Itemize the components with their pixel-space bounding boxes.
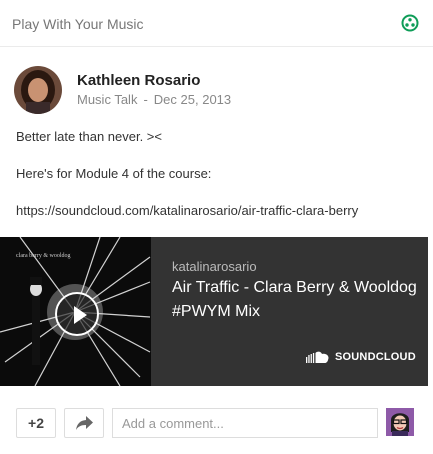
post-text-line: Better late than never. ><: [16, 129, 162, 144]
plus-one-button[interactable]: +2: [16, 408, 56, 438]
author-avatar[interactable]: [14, 66, 62, 114]
community-name[interactable]: Play With Your Music: [12, 16, 144, 32]
post-meta: Music Talk - Dec 25, 2013: [77, 92, 231, 107]
meta-separator: -: [143, 92, 148, 107]
post-link[interactable]: https://soundcloud.com/katalinarosario/a…: [16, 203, 358, 218]
track-title[interactable]: Air Traffic - Clara Berry & Wooldog #PWY…: [172, 276, 422, 324]
soundcloud-cloud-icon: [306, 351, 329, 363]
play-icon[interactable]: [55, 292, 99, 336]
current-user-avatar[interactable]: [386, 408, 414, 436]
share-button[interactable]: [64, 408, 104, 438]
soundcloud-username[interactable]: katalinarosario: [172, 259, 257, 274]
soundcloud-brand: SOUNDCLOUD: [335, 351, 416, 363]
post-text-line: Here's for Module 4 of the course:: [16, 166, 212, 181]
post-category[interactable]: Music Talk: [77, 92, 137, 107]
share-icon: [76, 416, 93, 430]
comment-input[interactable]: [112, 408, 378, 438]
community-header: Play With Your Music: [0, 0, 433, 47]
author-name[interactable]: Kathleen Rosario: [77, 72, 200, 89]
svg-text:clara berry & wooldog: clara berry & wooldog: [16, 253, 70, 259]
soundcloud-logo[interactable]: SOUNDCLOUD: [306, 351, 416, 363]
community-circles-icon[interactable]: [401, 14, 419, 32]
post-date[interactable]: Dec 25, 2013: [154, 92, 231, 107]
